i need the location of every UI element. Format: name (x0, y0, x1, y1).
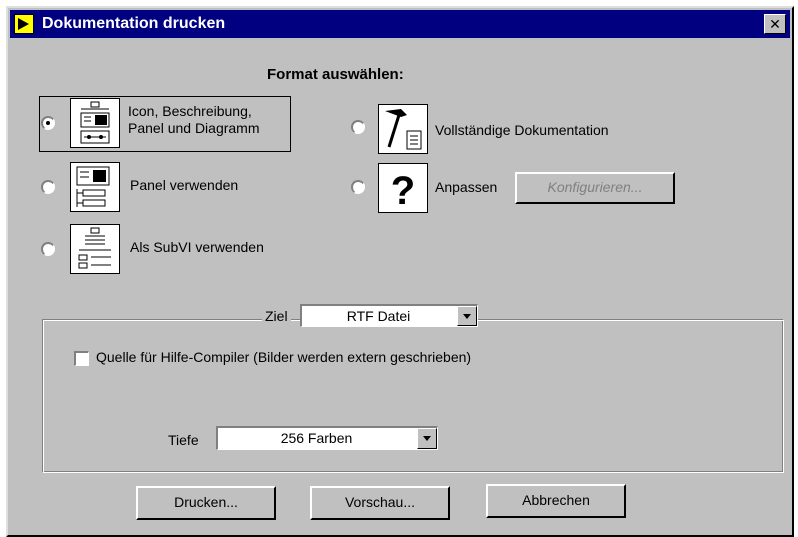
destination-dropdown[interactable]: RTF Datei (300, 304, 478, 327)
icon-description-panel-diagram-icon (70, 98, 120, 148)
chevron-down-icon[interactable] (457, 306, 477, 326)
help-compiler-label: Quelle für Hilfe-Compiler (Bilder werden… (96, 349, 472, 365)
depth-dropdown[interactable]: 256 Farben (216, 426, 438, 450)
option-label-line1: Icon, Beschreibung, (128, 103, 252, 119)
preview-button[interactable]: Vorschau... (310, 486, 450, 520)
radio-icon-description-panel-diagram[interactable] (41, 116, 55, 130)
configure-button[interactable]: Konfigurieren... (515, 172, 675, 204)
destination-value: RTF Datei (346, 308, 411, 324)
radio-panel[interactable] (41, 180, 55, 194)
option-label-icon-description-panel-diagram: Icon, Beschreibung, Panel und Diagramm (128, 103, 260, 137)
option-label-line2: Panel und Diagramm (128, 120, 260, 136)
question-mark-icon: ? (378, 163, 428, 213)
panel-icon (70, 162, 120, 212)
option-label-panel: Panel verwenden (130, 177, 239, 193)
depth-label: Tiefe (168, 432, 199, 448)
help-compiler-checkbox[interactable] (74, 351, 89, 366)
print-button[interactable]: Drucken... (136, 486, 276, 520)
format-heading: Format auswählen: (267, 66, 404, 83)
radio-customize[interactable] (351, 180, 365, 194)
destination-label: Ziel (262, 308, 291, 324)
labview-app-icon (14, 14, 34, 34)
cancel-button[interactable]: Abbrechen (486, 484, 626, 518)
radio-complete-documentation[interactable] (351, 120, 365, 134)
print-documentation-dialog: Dokumentation drucken ✕ Format auswählen… (6, 6, 794, 537)
radio-subvi[interactable] (41, 242, 55, 256)
window-title: Dokumentation drucken (42, 15, 226, 32)
option-label-customize: Anpassen (435, 179, 498, 195)
close-icon[interactable]: ✕ (764, 14, 786, 34)
option-label-complete-documentation: Vollständige Dokumentation (435, 122, 609, 138)
hammer-document-icon (378, 104, 428, 154)
chevron-down-icon[interactable] (417, 428, 437, 449)
option-label-subvi: Als SubVI verwenden (130, 239, 264, 255)
titlebar: Dokumentation drucken ✕ (10, 10, 790, 38)
subvi-icon (70, 224, 120, 274)
svg-text:?: ? (391, 169, 415, 212)
depth-value: 256 Farben (280, 430, 353, 446)
